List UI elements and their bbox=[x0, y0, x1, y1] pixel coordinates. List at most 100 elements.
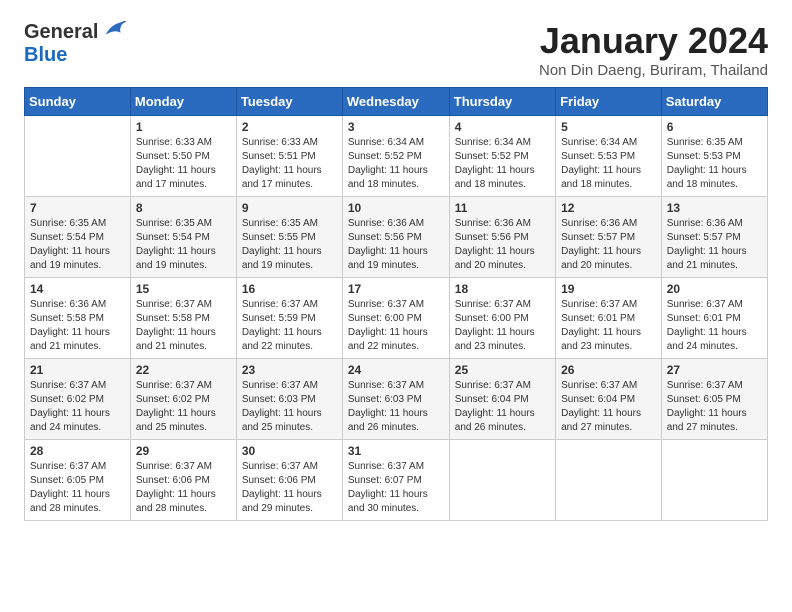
day-number: 15 bbox=[136, 282, 231, 296]
calendar-cell: 11Sunrise: 6:36 AM Sunset: 5:56 PM Dayli… bbox=[449, 197, 555, 278]
day-info: Sunrise: 6:36 AM Sunset: 5:57 PM Dayligh… bbox=[667, 217, 762, 273]
calendar-cell: 12 Sunrise: 6:36 AM Sunset: 5:57 PM Dayli… bbox=[556, 197, 662, 278]
calendar-cell: 25 Sunrise: 6:37 AM Sunset: 6:04 PM Dayli… bbox=[449, 359, 555, 440]
day-number: 4 bbox=[455, 120, 550, 134]
day-number: 24 bbox=[348, 363, 444, 377]
calendar-cell: 15 Sunrise: 6:37 AM Sunset: 5:58 PM Dayli… bbox=[130, 278, 236, 359]
calendar-week-row: 1 Sunrise: 6:33 AM Sunset: 5:50 PM Daylig… bbox=[25, 116, 768, 197]
calendar-week-row: 21 Sunrise: 6:37 AM Sunset: 6:02 PM Dayli… bbox=[25, 359, 768, 440]
day-number: 6 bbox=[667, 120, 762, 134]
day-header-monday: Monday bbox=[130, 88, 236, 116]
calendar-cell: 28 Sunrise: 6:37 AM Sunset: 6:05 PM Dayli… bbox=[25, 440, 131, 521]
calendar-cell: 1 Sunrise: 6:33 AM Sunset: 5:50 PM Daylig… bbox=[130, 116, 236, 197]
day-number: 8 bbox=[136, 201, 231, 215]
day-number: 30 bbox=[242, 444, 337, 458]
day-info: Sunrise: 6:36 AM Sunset: 5:58 PM Dayligh… bbox=[30, 298, 125, 354]
calendar-cell: 9Sunrise: 6:35 AM Sunset: 5:55 PM Daylig… bbox=[236, 197, 342, 278]
day-info: Sunrise: 6:34 AM Sunset: 5:53 PM Dayligh… bbox=[561, 136, 656, 192]
day-header-saturday: Saturday bbox=[661, 88, 767, 116]
day-header-row: SundayMondayTuesdayWednesdayThursdayFrid… bbox=[25, 88, 768, 116]
calendar-cell: 5 Sunrise: 6:34 AM Sunset: 5:53 PM Daylig… bbox=[556, 116, 662, 197]
title-area: January 2024 Non Din Daeng, Buriram, Tha… bbox=[539, 20, 768, 79]
day-info: Sunrise: 6:37 AM Sunset: 6:02 PM Dayligh… bbox=[30, 379, 125, 435]
calendar-cell: 30 Sunrise: 6:37 AM Sunset: 6:06 PM Dayli… bbox=[236, 440, 342, 521]
day-info: Sunrise: 6:36 AM Sunset: 5:57 PM Dayligh… bbox=[561, 217, 656, 273]
day-number: 12 bbox=[561, 201, 656, 215]
day-info: Sunrise: 6:37 AM Sunset: 6:01 PM Dayligh… bbox=[667, 298, 762, 354]
day-header-thursday: Thursday bbox=[449, 88, 555, 116]
calendar-week-row: 7 Sunrise: 6:35 AM Sunset: 5:54 PM Daylig… bbox=[25, 197, 768, 278]
day-info: Sunrise: 6:37 AM Sunset: 6:01 PM Dayligh… bbox=[561, 298, 656, 354]
day-info: Sunrise: 6:37 AM Sunset: 6:00 PM Dayligh… bbox=[455, 298, 550, 354]
logo-blue-text: Blue bbox=[24, 44, 67, 66]
logo-bird-icon bbox=[100, 16, 128, 44]
day-number: 13 bbox=[667, 201, 762, 215]
calendar-cell: 14 Sunrise: 6:36 AM Sunset: 5:58 PM Dayli… bbox=[25, 278, 131, 359]
day-header-wednesday: Wednesday bbox=[342, 88, 449, 116]
day-number: 1 bbox=[136, 120, 231, 134]
day-number: 25 bbox=[455, 363, 550, 377]
calendar-cell: 4Sunrise: 6:34 AM Sunset: 5:52 PM Daylig… bbox=[449, 116, 555, 197]
day-info: Sunrise: 6:37 AM Sunset: 6:02 PM Dayligh… bbox=[136, 379, 231, 435]
calendar-cell: 24Sunrise: 6:37 AM Sunset: 6:03 PM Dayli… bbox=[342, 359, 449, 440]
day-info: Sunrise: 6:35 AM Sunset: 5:53 PM Dayligh… bbox=[667, 136, 762, 192]
calendar-cell: 26Sunrise: 6:37 AM Sunset: 6:04 PM Dayli… bbox=[556, 359, 662, 440]
day-number: 22 bbox=[136, 363, 231, 377]
calendar-cell: 22 Sunrise: 6:37 AM Sunset: 6:02 PM Dayli… bbox=[130, 359, 236, 440]
logo: General Blue bbox=[24, 20, 128, 66]
day-number: 3 bbox=[348, 120, 444, 134]
calendar-cell: 16Sunrise: 6:37 AM Sunset: 5:59 PM Dayli… bbox=[236, 278, 342, 359]
day-number: 5 bbox=[561, 120, 656, 134]
calendar-cell bbox=[449, 440, 555, 521]
day-number: 20 bbox=[667, 282, 762, 296]
day-info: Sunrise: 6:37 AM Sunset: 6:06 PM Dayligh… bbox=[242, 460, 337, 516]
calendar-cell: 7 Sunrise: 6:35 AM Sunset: 5:54 PM Daylig… bbox=[25, 197, 131, 278]
day-info: Sunrise: 6:34 AM Sunset: 5:52 PM Dayligh… bbox=[348, 136, 444, 192]
calendar-cell bbox=[556, 440, 662, 521]
calendar-cell: 2Sunrise: 6:33 AM Sunset: 5:51 PM Daylig… bbox=[236, 116, 342, 197]
calendar-cell bbox=[661, 440, 767, 521]
day-info: Sunrise: 6:36 AM Sunset: 5:56 PM Dayligh… bbox=[455, 217, 550, 273]
calendar-cell: 18 Sunrise: 6:37 AM Sunset: 6:00 PM Dayli… bbox=[449, 278, 555, 359]
day-info: Sunrise: 6:35 AM Sunset: 5:54 PM Dayligh… bbox=[30, 217, 125, 273]
day-number: 28 bbox=[30, 444, 125, 458]
calendar-week-row: 14 Sunrise: 6:36 AM Sunset: 5:58 PM Dayli… bbox=[25, 278, 768, 359]
day-info: Sunrise: 6:37 AM Sunset: 5:59 PM Dayligh… bbox=[242, 298, 337, 354]
day-info: Sunrise: 6:35 AM Sunset: 5:54 PM Dayligh… bbox=[136, 217, 231, 273]
day-number: 7 bbox=[30, 201, 125, 215]
month-title: January 2024 bbox=[539, 20, 768, 62]
day-info: Sunrise: 6:37 AM Sunset: 6:05 PM Dayligh… bbox=[667, 379, 762, 435]
day-info: Sunrise: 6:37 AM Sunset: 6:07 PM Dayligh… bbox=[348, 460, 444, 516]
calendar-cell: 13 Sunrise: 6:36 AM Sunset: 5:57 PM Dayli… bbox=[661, 197, 767, 278]
day-header-friday: Friday bbox=[556, 88, 662, 116]
day-number: 27 bbox=[667, 363, 762, 377]
calendar-cell: 31 Sunrise: 6:37 AM Sunset: 6:07 PM Dayli… bbox=[342, 440, 449, 521]
calendar-cell: 6 Sunrise: 6:35 AM Sunset: 5:53 PM Daylig… bbox=[661, 116, 767, 197]
day-number: 29 bbox=[136, 444, 231, 458]
calendar-cell bbox=[25, 116, 131, 197]
location-title: Non Din Daeng, Buriram, Thailand bbox=[539, 62, 768, 79]
calendar-cell: 27 Sunrise: 6:37 AM Sunset: 6:05 PM Dayli… bbox=[661, 359, 767, 440]
day-number: 9 bbox=[242, 201, 337, 215]
day-info: Sunrise: 6:37 AM Sunset: 5:58 PM Dayligh… bbox=[136, 298, 231, 354]
day-number: 21 bbox=[30, 363, 125, 377]
calendar-cell: 8 Sunrise: 6:35 AM Sunset: 5:54 PM Daylig… bbox=[130, 197, 236, 278]
day-number: 18 bbox=[455, 282, 550, 296]
calendar-cell: 23Sunrise: 6:37 AM Sunset: 6:03 PM Dayli… bbox=[236, 359, 342, 440]
day-info: Sunrise: 6:36 AM Sunset: 5:56 PM Dayligh… bbox=[348, 217, 444, 273]
calendar-cell: 29 Sunrise: 6:37 AM Sunset: 6:06 PM Dayli… bbox=[130, 440, 236, 521]
day-info: Sunrise: 6:37 AM Sunset: 6:05 PM Dayligh… bbox=[30, 460, 125, 516]
day-info: Sunrise: 6:33 AM Sunset: 5:50 PM Dayligh… bbox=[136, 136, 231, 192]
day-info: Sunrise: 6:37 AM Sunset: 6:04 PM Dayligh… bbox=[455, 379, 550, 435]
day-info: Sunrise: 6:33 AM Sunset: 5:51 PM Dayligh… bbox=[242, 136, 337, 192]
day-number: 17 bbox=[348, 282, 444, 296]
day-number: 14 bbox=[30, 282, 125, 296]
calendar-cell: 3 Sunrise: 6:34 AM Sunset: 5:52 PM Daylig… bbox=[342, 116, 449, 197]
day-number: 26 bbox=[561, 363, 656, 377]
day-info: Sunrise: 6:37 AM Sunset: 6:06 PM Dayligh… bbox=[136, 460, 231, 516]
calendar-cell: 17Sunrise: 6:37 AM Sunset: 6:00 PM Dayli… bbox=[342, 278, 449, 359]
day-number: 19 bbox=[561, 282, 656, 296]
day-number: 23 bbox=[242, 363, 337, 377]
day-number: 31 bbox=[348, 444, 444, 458]
calendar-week-row: 28 Sunrise: 6:37 AM Sunset: 6:05 PM Dayli… bbox=[25, 440, 768, 521]
